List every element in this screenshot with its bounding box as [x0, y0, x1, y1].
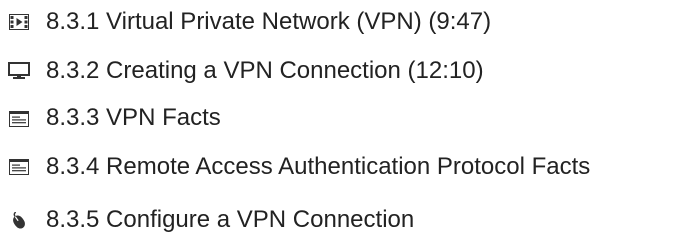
lesson-label: 8.3.2 Creating a VPN Connection (12:10) [46, 57, 484, 84]
lesson-label: 8.3.4 Remote Access Authentication Proto… [46, 153, 591, 180]
document-icon [8, 108, 30, 130]
lesson-item-8-3-2[interactable]: 8.3.2 Creating a VPN Connection (12:10) [0, 48, 685, 88]
monitor-icon [8, 60, 30, 82]
mouse-icon [8, 210, 30, 232]
lesson-item-8-3-3[interactable]: 8.3.3 VPN Facts [0, 96, 685, 136]
lesson-item-8-3-5[interactable]: 8.3.5 Configure a VPN Connection [0, 192, 685, 233]
document-icon [8, 156, 30, 178]
lesson-list: 8.3.1 Virtual Private Network (VPN) (9:4… [0, 0, 685, 241]
lesson-item-8-3-4[interactable]: 8.3.4 Remote Access Authentication Proto… [0, 144, 685, 184]
lesson-item-8-3-1[interactable]: 8.3.1 Virtual Private Network (VPN) (9:4… [0, 0, 685, 40]
video-icon [8, 11, 30, 33]
lesson-label: 8.3.1 Virtual Private Network (VPN) (9:4… [46, 8, 492, 35]
lesson-label: 8.3.3 VPN Facts [46, 104, 221, 131]
lesson-label: 8.3.5 Configure a VPN Connection [46, 206, 415, 233]
